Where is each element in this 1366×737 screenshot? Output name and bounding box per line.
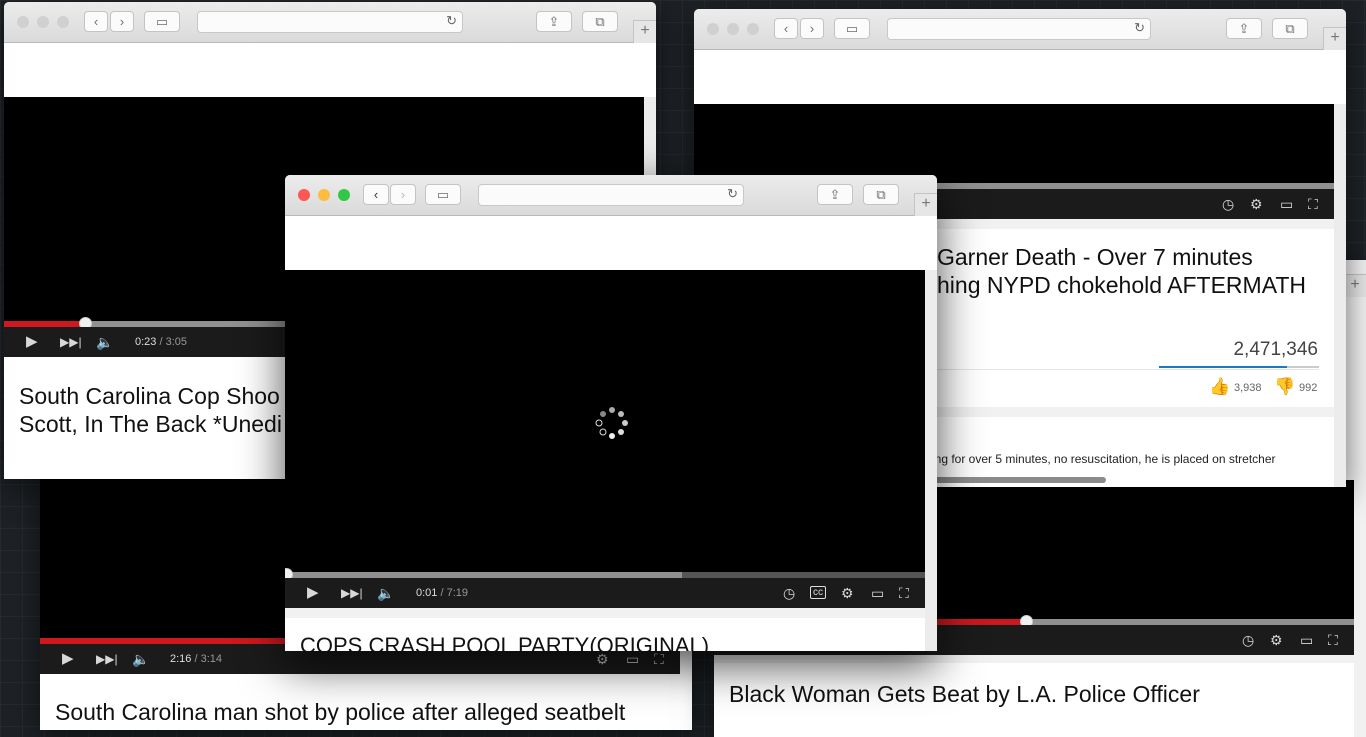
play-icon[interactable]: ▶ [62,644,74,674]
volume-icon[interactable]: 🔈 [377,578,394,608]
clock-icon[interactable]: ◷ [783,578,795,608]
dislike-icon[interactable]: 👎 [1274,377,1295,397]
tabs-button[interactable]: ⧉ [1272,18,1308,39]
like-count: 3,938 [1234,382,1262,394]
video-title: South Carolina Cop Shoo Scott, In The Ba… [19,382,282,438]
sidebar-button[interactable]: ▭ [425,184,461,205]
new-tab-button[interactable]: + [633,20,656,43]
description-text: ing for over 5 minutes, no resuscitation… [932,452,1276,466]
clock-icon[interactable]: ◷ [1242,625,1254,655]
tabs-button[interactable]: ⧉ [863,184,899,205]
dislike-count: 992 [1299,382,1318,394]
video-title: COPS CRASH POOL PARTY(ORIGINAL) [300,633,710,651]
maximize-button[interactable] [57,16,69,28]
settings-icon[interactable]: ⚙ [841,578,854,608]
address-bar[interactable]: ↻ [197,11,463,33]
address-bar[interactable]: ↻ [478,184,744,206]
volume-icon[interactable]: 🔈 [96,327,113,357]
elapsed-time: 2:16 [170,653,192,665]
fullscreen-icon[interactable]: ⛶ [899,578,909,608]
forward-button[interactable]: › [390,184,416,205]
minimize-button[interactable] [37,16,49,28]
close-button[interactable] [298,189,310,201]
back-button[interactable]: ‹ [84,11,108,32]
duration: / 3:05 [159,336,188,348]
video-title: South Carolina man shot by police after … [55,699,626,725]
loading-spinner-icon [595,407,628,439]
next-icon[interactable]: ▶▶| [60,327,82,357]
theater-icon[interactable]: ▭ [1280,189,1293,219]
video-player[interactable]: ▶ ▶▶| 🔈 0:01 / 7:19 ◷ cc ⚙ ▭ ⛶ [285,270,925,608]
toolbar: ‹ › ▭ ↻ ⇪ ⧉ + [694,9,1346,50]
elapsed-time: 0:23 [135,336,157,348]
share-button[interactable]: ⇪ [536,11,572,32]
toolbar: ‹ › ▭ ↻ ⇪ ⧉ + [4,2,656,43]
settings-icon[interactable]: ⚙ [1270,625,1283,655]
sidebar-button[interactable]: ▭ [144,11,180,32]
forward-button[interactable]: › [110,11,134,32]
reload-icon[interactable]: ↻ [446,13,457,29]
duration: / 3:14 [194,653,223,665]
time-display: 0:23 / 3:05 [135,327,187,357]
reload-icon[interactable]: ↻ [1134,20,1145,36]
video-title: Garner Death - Over 7 minutes hing NYPD … [937,243,1306,299]
reload-icon[interactable]: ↻ [727,186,738,202]
theater-icon[interactable]: ▭ [871,578,884,608]
next-icon[interactable]: ▶▶| [96,644,118,674]
toolbar: ‹ › ▭ ↻ ⇪ ⧉ + [285,175,937,216]
close-button[interactable] [17,16,29,28]
next-icon[interactable]: ▶▶| [341,578,363,608]
browser-window-front[interactable]: ‹ › ▭ ↻ ⇪ ⧉ + ▶ ▶▶| 🔈 0:01 / 7:19 ◷ cc ⚙… [285,175,937,651]
back-button[interactable]: ‹ [363,184,389,205]
fullscreen-icon[interactable]: ⛶ [1328,625,1338,655]
fullscreen-icon[interactable]: ⛶ [1308,189,1318,219]
new-tab-button[interactable]: + [1343,274,1366,297]
forward-button[interactable]: › [800,18,824,39]
captions-icon[interactable]: cc [810,578,826,608]
maximize-button[interactable] [338,189,350,201]
tabs-button[interactable]: ⧉ [582,11,618,32]
volume-icon[interactable]: 🔈 [132,644,149,674]
maximize-button[interactable] [747,23,759,35]
horizontal-scrollbar-thumb[interactable] [924,477,1106,483]
like-icon[interactable]: 👍 [1209,377,1230,397]
new-tab-button[interactable]: + [914,193,937,216]
minimize-button[interactable] [318,189,330,201]
settings-icon[interactable]: ⚙ [1250,189,1263,219]
duration: / 7:19 [440,587,469,599]
scrollbar[interactable] [925,270,937,651]
like-ratio-bar [1159,366,1319,368]
time-display: 2:16 / 3:14 [170,644,222,674]
clock-icon[interactable]: ◷ [1222,189,1234,219]
video-title-line1: South Carolina Cop Shoo [19,383,280,409]
new-tab-button[interactable]: + [1323,27,1346,50]
elapsed-time: 0:01 [416,587,438,599]
scrollbar[interactable] [1334,104,1346,487]
sidebar-button[interactable]: ▭ [834,18,870,39]
close-button[interactable] [707,23,719,35]
minimize-button[interactable] [727,23,739,35]
theater-icon[interactable]: ▭ [1300,625,1313,655]
play-icon[interactable]: ▶ [26,327,38,357]
back-button[interactable]: ‹ [774,18,798,39]
video-title-line1: Garner Death - Over 7 minutes [937,244,1253,270]
share-button[interactable]: ⇪ [1226,18,1262,39]
address-bar[interactable]: ↻ [887,18,1151,40]
player-controls: ▶ ▶▶| 🔈 0:01 / 7:19 ◷ cc ⚙ ▭ ⛶ [285,578,925,608]
time-display: 0:01 / 7:19 [416,578,468,608]
share-button[interactable]: ⇪ [817,184,853,205]
video-title-line2: Scott, In The Back *Unedi [19,411,282,437]
video-title-line2: hing NYPD chokehold AFTERMATH [937,272,1306,298]
play-icon[interactable]: ▶ [307,578,319,608]
view-count: 2,471,346 [1233,339,1318,360]
video-title: Black Woman Gets Beat by L.A. Police Off… [729,681,1200,707]
